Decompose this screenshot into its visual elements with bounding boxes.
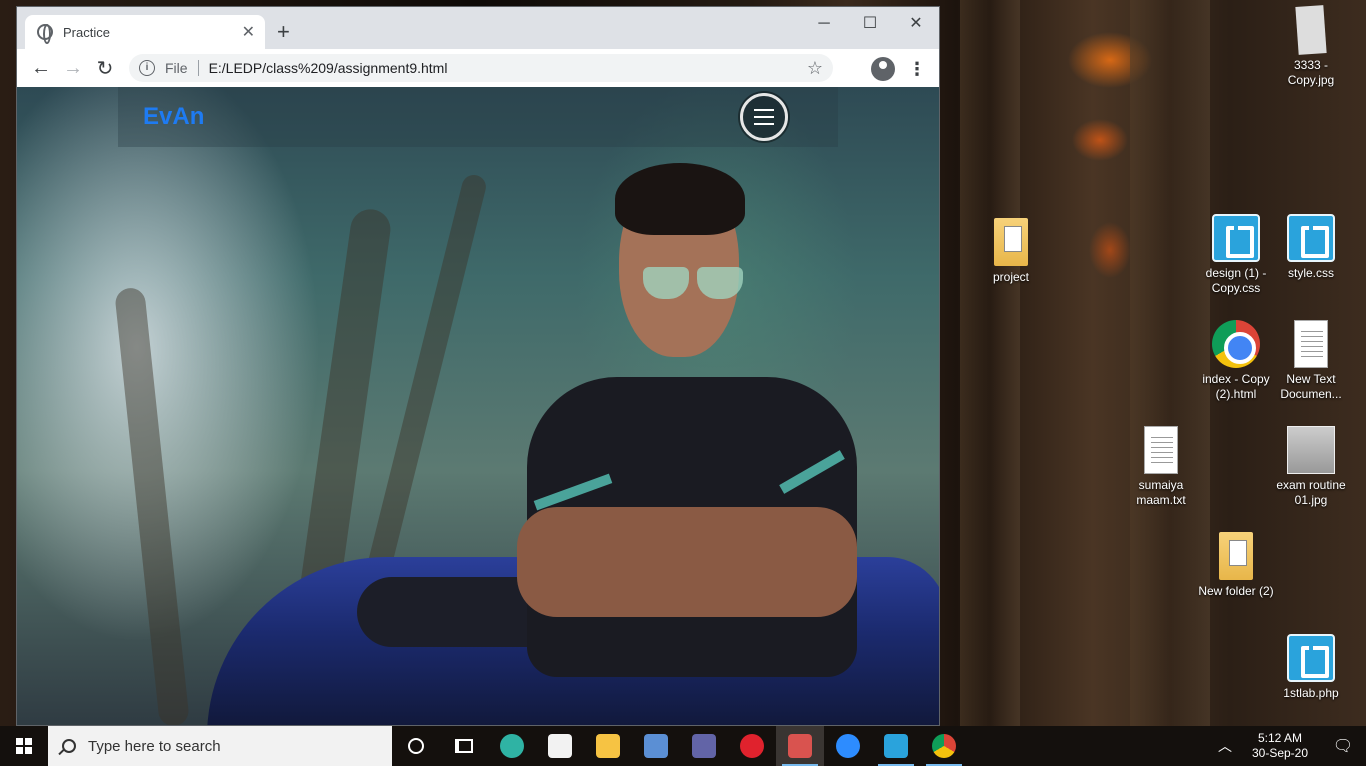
wallpaper-trunk	[960, 0, 1020, 726]
back-button[interactable]: ←	[25, 57, 57, 80]
brackets-icon[interactable]	[872, 726, 920, 766]
reload-button[interactable]: ↻	[89, 56, 121, 81]
new-tab-button[interactable]: +	[277, 21, 290, 43]
tab-close-icon[interactable]: ✕	[242, 22, 255, 42]
notification-icon[interactable]: 🗨	[1320, 736, 1366, 756]
desktop-icon-label: index - Copy (2).html	[1202, 372, 1270, 401]
hero-person-image	[507, 163, 867, 725]
clock-time: 5:12 AM	[1257, 731, 1303, 745]
task-view-icon[interactable]	[440, 726, 488, 766]
taskbar-search[interactable]: Type here to search	[48, 726, 392, 766]
brackets-file-icon	[1287, 634, 1335, 682]
address-bar[interactable]: i File E:/LEDP/class%209/assignment9.htm…	[129, 54, 833, 82]
url-text[interactable]: E:/LEDP/class%209/assignment9.html	[209, 60, 807, 76]
search-placeholder: Type here to search	[88, 737, 221, 755]
sunglasses	[643, 267, 743, 301]
desktop-icon-style-css[interactable]: style.css	[1271, 214, 1351, 281]
desktop-icon-label: 3333 - Copy.jpg	[1287, 58, 1335, 87]
desktop-icon-new-text-document[interactable]: New Text Documen...	[1271, 320, 1351, 402]
system-tray: ︿ 5:12 AM 30-Sep-20 🗨	[1210, 726, 1366, 766]
cortana-icon[interactable]	[392, 726, 440, 766]
site-navbar: EvAn	[118, 87, 838, 147]
text-file-icon	[1144, 426, 1178, 474]
search-icon	[62, 739, 76, 753]
clock[interactable]: 5:12 AM 30-Sep-20	[1240, 731, 1320, 761]
desktop-icon-label: New folder (2)	[1198, 584, 1274, 598]
minimize-button[interactable]: ─	[801, 11, 847, 39]
maximize-button[interactable]: ☐	[847, 11, 893, 39]
zoom-icon[interactable]	[824, 726, 872, 766]
image-file-icon	[1295, 5, 1327, 55]
desktop-icon-3333-copy[interactable]: 3333 - Copy.jpg	[1271, 5, 1351, 88]
taskbar: Type here to search ︿ 5:12 AM 30-Sep-20 …	[0, 726, 1366, 766]
remote-desktop-icon[interactable]	[632, 726, 680, 766]
desktop-icon-index-copy[interactable]: index - Copy (2).html	[1196, 320, 1276, 402]
browser-window: Practice ✕ + ─ ☐ ✕ ← → ↻ i File E:/LEDP/…	[16, 6, 940, 726]
desktop-icon-label: style.css	[1287, 266, 1334, 280]
desktop-icon-label: sumaiya maam.txt	[1136, 478, 1186, 507]
browser-menu-icon[interactable]: ⋮	[905, 57, 929, 81]
desktop-icon-project[interactable]: project	[971, 218, 1051, 285]
chrome-icon[interactable]	[920, 726, 968, 766]
tab-strip: Practice ✕ + ─ ☐ ✕	[17, 7, 939, 49]
info-icon[interactable]: i	[139, 60, 155, 76]
chrome-file-icon	[1212, 320, 1260, 368]
desktop-icon-label: New Text Documen...	[1280, 372, 1342, 401]
url-scheme: File	[165, 60, 188, 76]
snipping-tool-icon[interactable]	[776, 726, 824, 766]
bookmark-star-icon[interactable]: ☆	[807, 58, 823, 79]
clock-date: 30-Sep-20	[1251, 746, 1309, 760]
person-hair	[615, 163, 745, 235]
store-icon[interactable]	[536, 726, 584, 766]
desktop-icon-sumaiya-maam[interactable]: sumaiya maam.txt	[1121, 426, 1201, 508]
profile-avatar-icon[interactable]	[871, 57, 895, 81]
globe-icon	[37, 24, 53, 44]
image-file-icon	[1287, 426, 1335, 474]
chevron-up-icon[interactable]: ︿	[1210, 736, 1240, 756]
background-tree	[114, 286, 190, 725]
text-file-icon	[1294, 320, 1328, 368]
desktop-icon-design-copy[interactable]: design (1) - Copy.css	[1196, 214, 1276, 296]
desktop-icon-label: 1stlab.php	[1283, 686, 1339, 700]
desktop-icon-label: exam routine 01.jpg	[1276, 478, 1346, 507]
brackets-file-icon	[1287, 214, 1335, 262]
teams-icon[interactable]	[680, 726, 728, 766]
page-viewport: EvAn	[17, 87, 939, 725]
site-brand[interactable]: EvAn	[143, 103, 204, 131]
tab-practice[interactable]: Practice ✕	[25, 15, 265, 49]
desktop-icon-label: project	[992, 270, 1030, 284]
opera-icon[interactable]	[728, 726, 776, 766]
folder-icon	[1219, 532, 1253, 580]
edge-icon[interactable]	[488, 726, 536, 766]
file-explorer-icon[interactable]	[584, 726, 632, 766]
folder-icon	[994, 218, 1028, 266]
person-arms	[517, 507, 857, 617]
close-window-button[interactable]: ✕	[893, 11, 939, 39]
brackets-file-icon	[1212, 214, 1260, 262]
browser-toolbar: ← → ↻ i File E:/LEDP/class%209/assignmen…	[17, 49, 939, 87]
tab-title: Practice	[63, 24, 110, 40]
windows-start-icon[interactable]	[0, 726, 48, 766]
forward-button[interactable]: →	[57, 57, 89, 80]
divider	[197, 60, 199, 76]
hamburger-icon[interactable]	[740, 93, 788, 141]
desktop-icon-label: design (1) - Copy.css	[1205, 266, 1267, 295]
desktop-icon-1stlab-php[interactable]: 1stlab.php	[1271, 634, 1351, 701]
desktop-icon-new-folder-2[interactable]: New folder (2)	[1196, 532, 1276, 599]
desktop-icon-exam-routine[interactable]: exam routine 01.jpg	[1271, 426, 1351, 508]
